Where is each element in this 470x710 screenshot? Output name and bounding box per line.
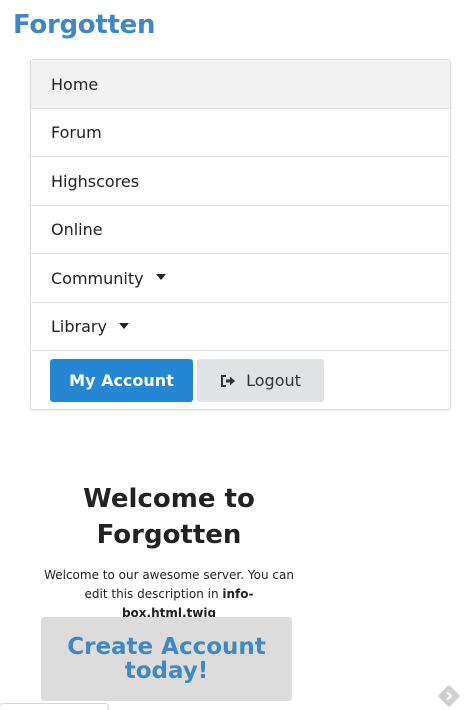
welcome-description: Welcome to our awesome server. You can e…	[38, 566, 300, 623]
nav-item-home[interactable]: Home	[31, 60, 450, 109]
nav-item-library[interactable]: Library	[31, 303, 450, 351]
welcome-heading-line2: Forgotten	[96, 520, 242, 550]
nav-item-forum[interactable]: Forum	[31, 109, 450, 157]
nav-item-label: Forum	[51, 123, 102, 142]
welcome-description-text: Welcome to our awesome server. You can e…	[44, 568, 294, 601]
nav-item-label: Library	[51, 317, 107, 336]
nav-item-community[interactable]: Community	[31, 254, 450, 303]
create-account-label: Create Account today!	[67, 634, 266, 684]
logout-label: Logout	[246, 371, 301, 390]
create-account-button[interactable]: Create Account today!	[41, 617, 292, 701]
caret-down-icon	[155, 274, 166, 280]
nav-item-label: Home	[51, 74, 99, 94]
widget-icon[interactable]	[436, 683, 462, 709]
sign-out-icon	[221, 374, 236, 387]
nav-item-label: Community	[51, 268, 144, 288]
logout-button[interactable]: Logout	[197, 359, 324, 402]
main-nav-menu: Home Forum Highscores Online Community L…	[30, 59, 451, 410]
nav-item-label: Highscores	[51, 171, 140, 191]
caret-down-icon	[118, 322, 129, 329]
bottom-tab[interactable]	[0, 703, 109, 710]
nav-item-label: Online	[51, 220, 103, 239]
nav-item-online[interactable]: Online	[31, 206, 450, 254]
my-account-button[interactable]: My Account	[50, 359, 193, 402]
site-brand[interactable]: Forgotten	[13, 10, 155, 40]
welcome-heading-line1: Welcome to	[83, 484, 255, 514]
nav-item-highscores[interactable]: Highscores	[31, 157, 450, 206]
welcome-heading: Welcome to Forgotten	[40, 481, 298, 553]
my-account-label: My Account	[69, 371, 174, 390]
